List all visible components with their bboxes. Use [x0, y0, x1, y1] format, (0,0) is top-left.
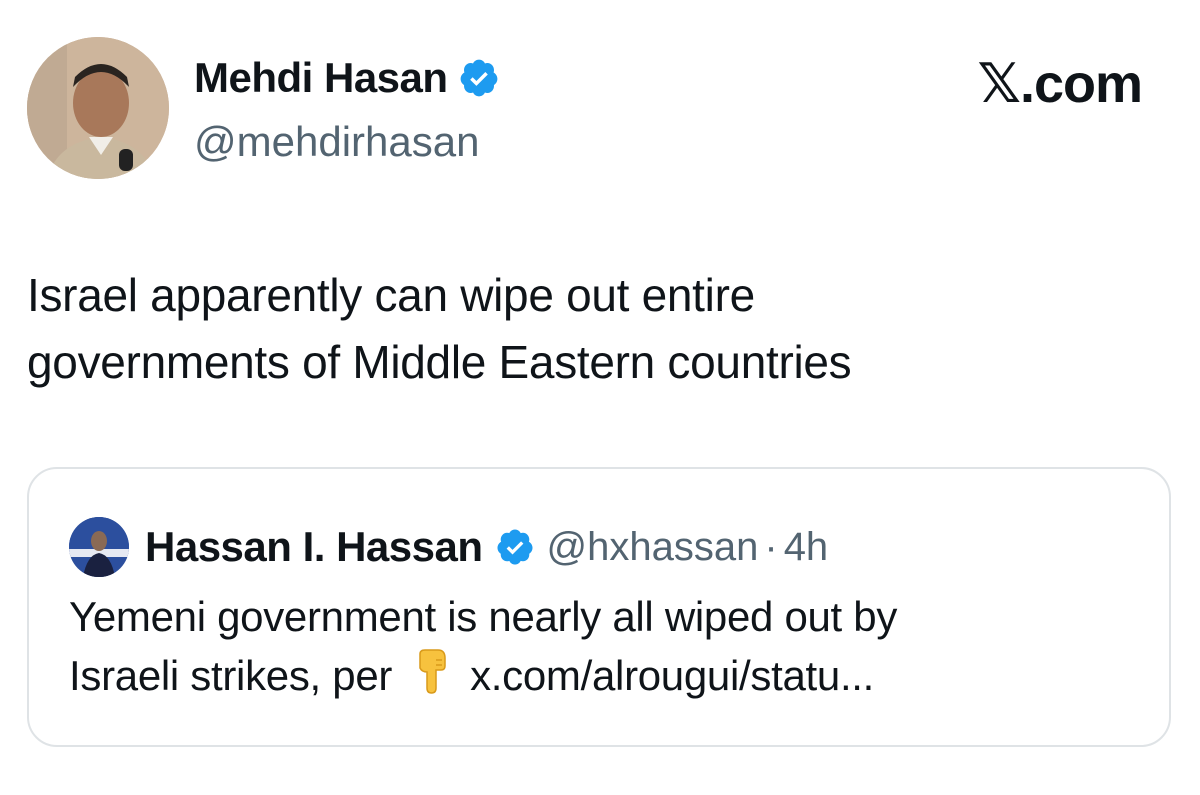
quoted-link[interactable]: x.com/alrougui/statu...: [470, 652, 874, 699]
quoted-tweet-header: Hassan I. Hassan @hxhassan · 4h: [69, 517, 828, 577]
tweet-line: Israel apparently can wipe out entire: [27, 269, 755, 321]
meta-separator: ·: [764, 524, 778, 569]
quoted-author-handle[interactable]: @hxhassan: [547, 525, 759, 570]
quoted-author-name[interactable]: Hassan I. Hassan: [145, 523, 483, 571]
tweet-text: Israel apparently can wipe out entire go…: [27, 262, 1147, 396]
verified-badge-icon: [460, 59, 497, 97]
author-handle[interactable]: @mehdirhasan: [194, 118, 479, 166]
quoted-author-avatar[interactable]: [69, 517, 129, 577]
quoted-tweet-card[interactable]: Hassan I. Hassan @hxhassan · 4h Yemeni g…: [27, 467, 1171, 747]
x-brand-logo: 𝕏.com: [977, 54, 1143, 114]
backhand-index-pointing-down-icon: [412, 648, 452, 709]
avatar-photo: [27, 37, 169, 179]
quoted-avatar-photo: [69, 517, 129, 577]
quoted-line: Israeli strikes, per x.com/alrougui/stat…: [69, 646, 1149, 709]
author-name-text: Mehdi Hasan: [194, 54, 448, 101]
author-display-name[interactable]: Mehdi Hasan: [194, 54, 500, 102]
verified-badge-icon: [497, 529, 533, 565]
tweet-line: governments of Middle Eastern countries: [27, 336, 852, 388]
quoted-line-text: Israeli strikes, per: [69, 652, 393, 699]
quoted-timestamp[interactable]: 4h: [784, 525, 829, 570]
author-avatar[interactable]: [27, 37, 169, 179]
quoted-tweet-text: Yemeni government is nearly all wiped ou…: [69, 587, 1149, 709]
quoted-line: Yemeni government is nearly all wiped ou…: [69, 593, 898, 640]
